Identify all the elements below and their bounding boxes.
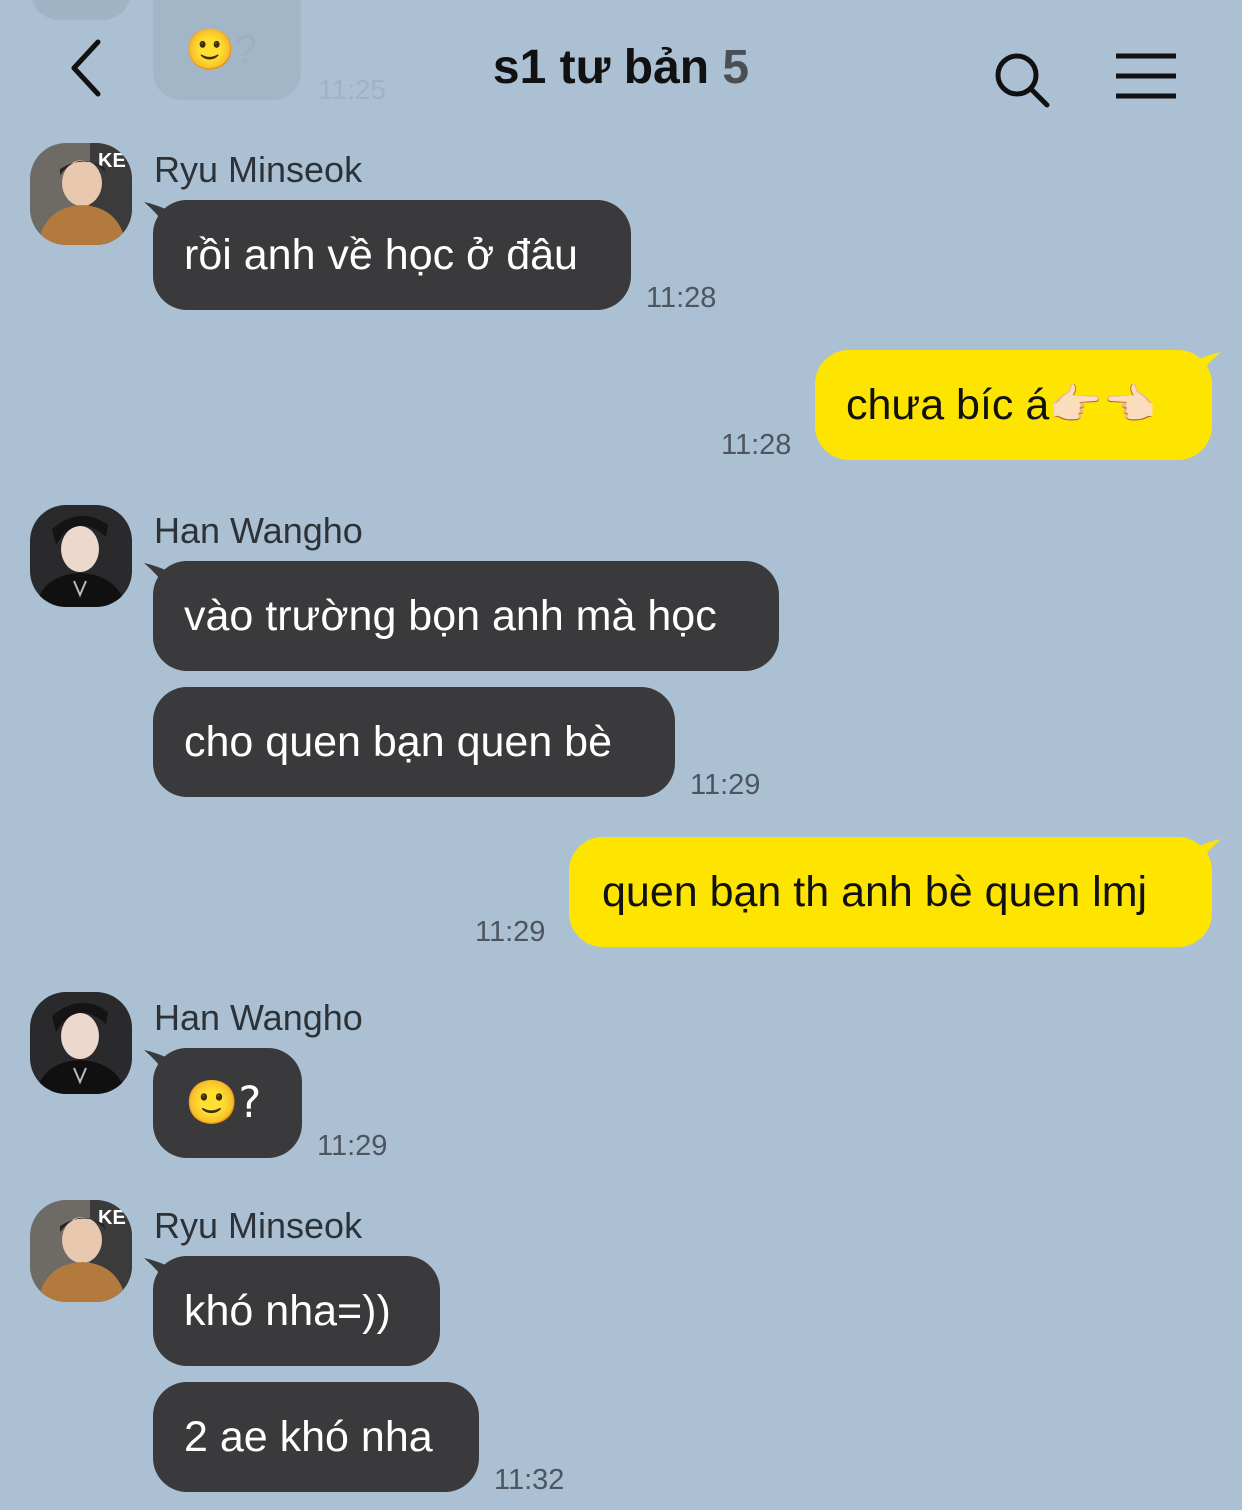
avatar-han-wangho[interactable] [30, 505, 132, 607]
menu-icon [1116, 53, 1176, 99]
member-count: 5 [722, 41, 750, 94]
message-text: chưa bíc á👉🏻👈🏻 [846, 381, 1157, 429]
sender-name: Ryu Minseok [154, 1205, 363, 1246]
avatar-ryu-minseok[interactable]: KE [30, 143, 132, 245]
search-button[interactable] [992, 50, 1054, 112]
message-bubble-mine[interactable]: chưa bíc á👉🏻👈🏻 [815, 350, 1212, 460]
message-bubble[interactable]: vào trường bọn anh mà học [153, 561, 779, 671]
bubble-tail [1197, 352, 1221, 378]
menu-button[interactable] [1113, 52, 1179, 102]
message-time: 11:32 [494, 1464, 565, 1496]
message-bubble[interactable]: 🙂? [153, 1048, 302, 1158]
message-time: 11:29 [475, 916, 546, 948]
message-bubble[interactable]: rồi anh về học ở đâu [153, 200, 631, 310]
message-time: 11:28 [646, 282, 717, 314]
message-time: 11:29 [690, 769, 761, 801]
avatar-han-wangho[interactable] [30, 992, 132, 1094]
chat-title: s1 tư bản 5 [0, 38, 1242, 98]
message-bubble[interactable]: khó nha=)) [153, 1256, 440, 1366]
search-icon [995, 53, 1050, 108]
sender-name: Han Wangho [154, 997, 363, 1038]
message-bubble-mine[interactable]: quen bạn th anh bè quen lmj [569, 837, 1212, 947]
bubble-tail [1197, 839, 1221, 865]
sender-name: Han Wangho [154, 510, 363, 551]
chat-name: s1 tư bản [492, 41, 710, 94]
message-time: 11:28 [721, 429, 792, 461]
avatar-faded [30, 0, 132, 20]
message-bubble[interactable]: 2 ae khó nha [153, 1382, 479, 1492]
avatar-ryu-minseok[interactable]: KE [30, 1200, 132, 1302]
sender-name: Ryu Minseok [154, 149, 363, 190]
message-time: 11:29 [317, 1130, 388, 1162]
message-bubble[interactable]: cho quen bạn quen bè [153, 687, 675, 797]
